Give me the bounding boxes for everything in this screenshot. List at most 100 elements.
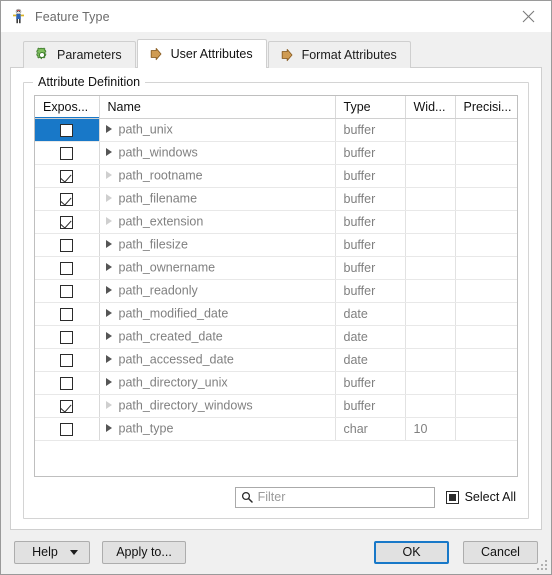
cell-name[interactable]: path_directory_windows xyxy=(99,394,336,418)
expose-checkbox[interactable] xyxy=(60,307,74,321)
expose-checkbox[interactable] xyxy=(60,123,74,137)
table-row[interactable]: path_unix buffer xyxy=(35,118,517,142)
cell-expose[interactable] xyxy=(35,164,100,188)
cell-expose[interactable] xyxy=(35,417,100,441)
cell-expose[interactable] xyxy=(35,325,100,349)
cancel-button[interactable]: Cancel xyxy=(463,540,538,564)
expand-triangle-icon[interactable] xyxy=(105,193,112,202)
expand-triangle-icon[interactable] xyxy=(105,423,112,432)
cell-name[interactable]: path_extension xyxy=(99,210,336,234)
cell-type[interactable]: buffer xyxy=(335,164,406,188)
expose-checkbox[interactable] xyxy=(60,169,74,183)
expose-checkbox[interactable] xyxy=(60,422,74,436)
cell-name[interactable]: path_accessed_date xyxy=(99,348,336,372)
column-header-type[interactable]: Type xyxy=(335,96,406,119)
cell-name[interactable]: path_directory_unix xyxy=(99,371,336,395)
cell-type[interactable]: buffer xyxy=(335,118,406,142)
select-all-checkbox[interactable]: Select All xyxy=(445,490,516,504)
cell-expose[interactable] xyxy=(35,256,100,280)
cell-name[interactable]: path_ownername xyxy=(99,256,336,280)
expand-triangle-icon[interactable] xyxy=(105,170,112,179)
cell-expose[interactable] xyxy=(35,187,100,211)
ok-button[interactable]: OK xyxy=(374,540,449,564)
apply-to-button[interactable]: Apply to... xyxy=(102,540,186,564)
expand-triangle-icon[interactable] xyxy=(105,377,112,386)
tab-format-attributes[interactable]: Format Attributes xyxy=(267,41,411,68)
expand-triangle-icon[interactable] xyxy=(105,400,112,409)
cell-expose[interactable] xyxy=(35,233,100,257)
expose-checkbox[interactable] xyxy=(60,399,74,413)
expand-triangle-icon[interactable] xyxy=(105,331,112,340)
cell-name[interactable]: path_rootname xyxy=(99,164,336,188)
cell-expose[interactable] xyxy=(35,118,100,142)
table-row[interactable]: path_modified_date date xyxy=(35,302,517,326)
cell-width[interactable]: 10 xyxy=(405,417,456,441)
table-row[interactable]: path_filename buffer xyxy=(35,187,517,211)
resize-grip[interactable] xyxy=(537,560,548,571)
expand-triangle-icon[interactable] xyxy=(105,216,112,225)
table-row[interactable]: path_windows buffer xyxy=(35,141,517,165)
cell-expose[interactable] xyxy=(35,371,100,395)
cell-type[interactable]: date xyxy=(335,325,406,349)
expand-triangle-icon[interactable] xyxy=(105,239,112,248)
cell-name[interactable]: path_windows xyxy=(99,141,336,165)
tab-parameters[interactable]: Parameters xyxy=(23,41,136,68)
table-row[interactable]: path_filesize buffer xyxy=(35,233,517,257)
column-header-precision[interactable]: Precisi... xyxy=(455,96,517,119)
cell-type[interactable]: buffer xyxy=(335,233,406,257)
cell-type[interactable]: buffer xyxy=(335,279,406,303)
cell-type[interactable]: date xyxy=(335,348,406,372)
close-icon[interactable] xyxy=(506,1,551,32)
table-row[interactable]: path_created_date date xyxy=(35,325,517,349)
expose-checkbox[interactable] xyxy=(60,330,74,344)
expand-triangle-icon[interactable] xyxy=(105,147,112,156)
expand-triangle-icon[interactable] xyxy=(105,262,112,271)
cell-name[interactable]: path_readonly xyxy=(99,279,336,303)
expand-triangle-icon[interactable] xyxy=(105,285,112,294)
expose-checkbox[interactable] xyxy=(60,353,74,367)
cell-expose[interactable] xyxy=(35,394,100,418)
search-input-wrapper[interactable] xyxy=(234,486,435,508)
expand-triangle-icon[interactable] xyxy=(105,124,112,133)
cell-type[interactable]: buffer xyxy=(335,187,406,211)
cell-expose[interactable] xyxy=(35,141,100,165)
cell-type[interactable]: date xyxy=(335,302,406,326)
tab-user-attributes[interactable]: User Attributes xyxy=(136,39,267,68)
expose-checkbox[interactable] xyxy=(60,146,74,160)
table-row[interactable]: path_accessed_date date xyxy=(35,348,517,372)
expose-checkbox[interactable] xyxy=(60,261,74,275)
cell-name[interactable]: path_type xyxy=(99,417,336,441)
expose-checkbox[interactable] xyxy=(60,238,74,252)
table-row[interactable]: path_extension buffer xyxy=(35,210,517,234)
cell-name[interactable]: path_filename xyxy=(99,187,336,211)
help-button[interactable]: Help xyxy=(14,540,90,564)
cell-type[interactable]: buffer xyxy=(335,210,406,234)
filter-input[interactable] xyxy=(257,490,429,504)
cell-name[interactable]: path_created_date xyxy=(99,325,336,349)
column-header-expose[interactable]: Expos... xyxy=(35,96,100,119)
table-row[interactable]: path_ownername buffer xyxy=(35,256,517,280)
expose-checkbox[interactable] xyxy=(60,284,74,298)
table-row[interactable]: path_rootname buffer xyxy=(35,164,517,188)
column-header-width[interactable]: Wid... xyxy=(405,96,456,119)
cell-name[interactable]: path_unix xyxy=(99,118,336,142)
cell-type[interactable]: buffer xyxy=(335,371,406,395)
expose-checkbox[interactable] xyxy=(60,192,74,206)
cell-type[interactable]: buffer xyxy=(335,256,406,280)
cell-name[interactable]: path_filesize xyxy=(99,233,336,257)
expand-triangle-icon[interactable] xyxy=(105,354,112,363)
cell-name[interactable]: path_modified_date xyxy=(99,302,336,326)
cell-expose[interactable] xyxy=(35,210,100,234)
table-row[interactable]: path_type char 10 xyxy=(35,417,517,441)
table-row[interactable]: path_directory_unix buffer xyxy=(35,371,517,395)
expand-triangle-icon[interactable] xyxy=(105,308,112,317)
column-header-name[interactable]: Name xyxy=(99,96,336,119)
cell-type[interactable]: char xyxy=(335,417,406,441)
table-row[interactable]: path_readonly buffer xyxy=(35,279,517,303)
cell-expose[interactable] xyxy=(35,302,100,326)
cell-expose[interactable] xyxy=(35,279,100,303)
cell-type[interactable]: buffer xyxy=(335,394,406,418)
expose-checkbox[interactable] xyxy=(60,215,74,229)
expose-checkbox[interactable] xyxy=(60,376,74,390)
cell-expose[interactable] xyxy=(35,348,100,372)
